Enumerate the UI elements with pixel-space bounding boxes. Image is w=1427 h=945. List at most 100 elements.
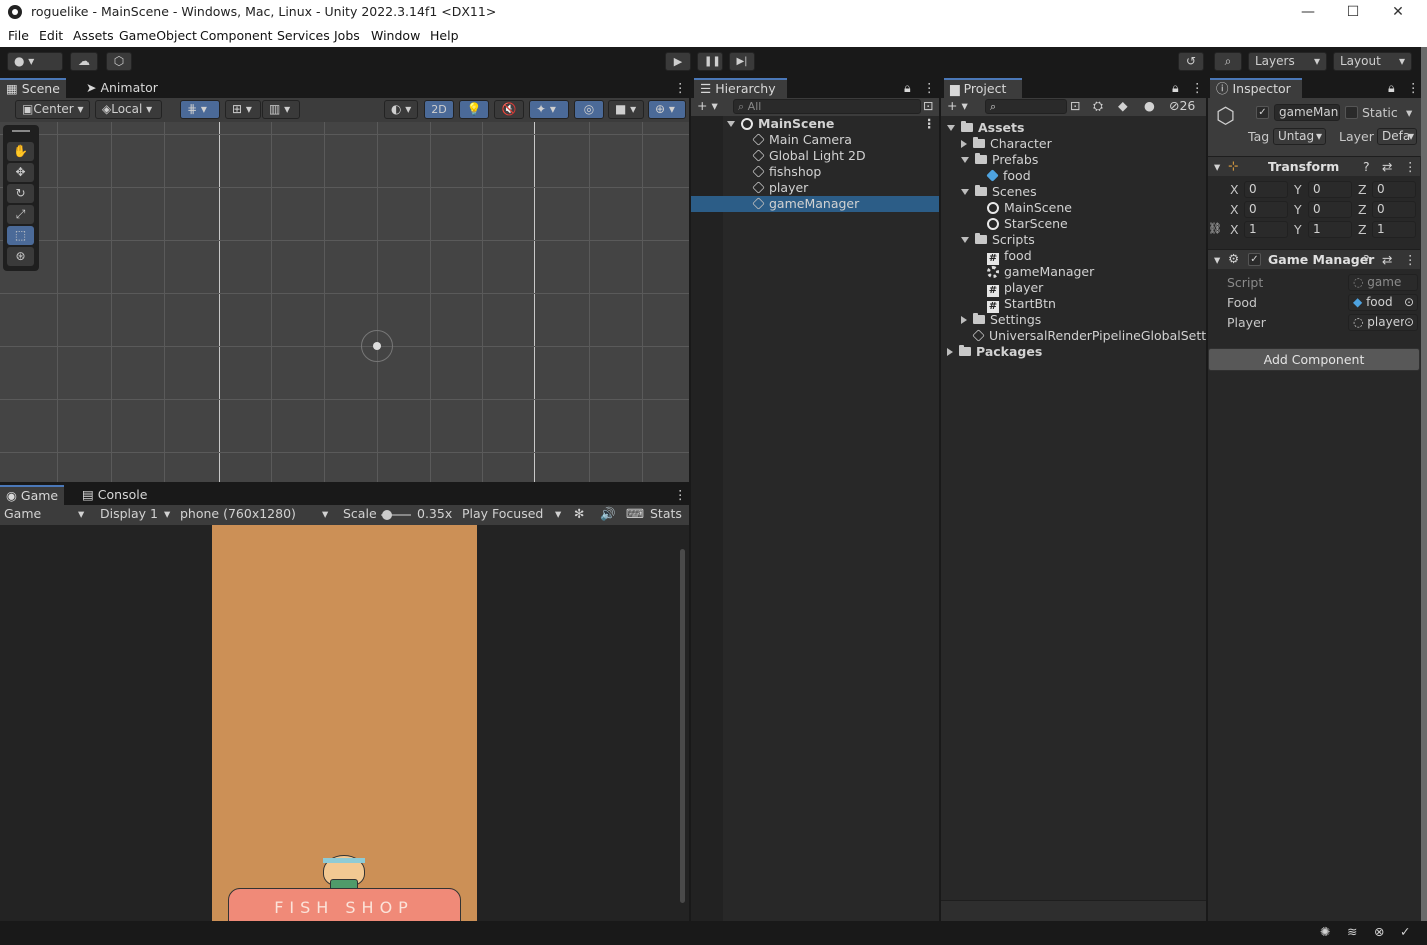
tab-console[interactable]: ▤ Console (76, 485, 153, 505)
position-y-field[interactable]: 0 (1308, 181, 1352, 198)
menu-gameobject[interactable]: GameObject (119, 28, 197, 43)
hierarchy-search-filter-icon[interactable]: ⊡ (923, 98, 933, 113)
cache-server-icon[interactable]: ⊗ (1374, 924, 1384, 939)
camera-icon[interactable]: ■ ▾ (608, 100, 644, 119)
tab-hierarchy[interactable]: ☰ Hierarchy (694, 78, 787, 98)
rotation-x-field[interactable]: 0 (1244, 201, 1288, 218)
inspector-lock-icon[interactable]: 🔒︎ (1382, 78, 1401, 98)
hierarchy-lock-icon[interactable]: 🔒︎ (898, 78, 917, 98)
account-button[interactable]: ● ▾ (7, 52, 63, 71)
game-scrollbar[interactable] (680, 549, 685, 903)
project-lock-icon[interactable]: 🔒︎ (1166, 78, 1185, 98)
effects-icon[interactable]: ✦ ▾ (529, 100, 569, 119)
layers-status-icon[interactable]: ≋ (1347, 924, 1357, 939)
hidden-objects-icon[interactable]: ◎ (574, 100, 604, 119)
menu-edit[interactable]: Edit (39, 28, 63, 43)
object-name-field[interactable]: gameMan (1274, 104, 1340, 121)
2d-toggle-button[interactable]: 2D (424, 100, 454, 119)
project-item-gamemanager[interactable]: gameManager (987, 264, 1094, 280)
foldout-open-icon[interactable] (961, 189, 969, 195)
grid-visibility-icon[interactable]: ⊞ ▾ (225, 100, 261, 119)
transform-component-header[interactable]: ▾ ⊹ Transform ? ⇄ ⋮ (1208, 156, 1420, 176)
hierarchy-item-global-light[interactable]: Global Light 2D (752, 148, 866, 164)
search-icon[interactable]: ⌕ (1214, 52, 1242, 71)
foldout-closed-icon[interactable] (961, 140, 967, 148)
project-item-mainscene[interactable]: MainScene (987, 200, 1072, 216)
hierarchy-item-gamemanager[interactable]: gameManager (691, 196, 939, 212)
lighting-icon[interactable]: 💡 (459, 100, 489, 119)
scale-tool-icon[interactable]: ⤢ (7, 205, 34, 224)
audio-mute-icon[interactable]: 🔊 (600, 506, 616, 522)
warning-icon[interactable]: ● (1144, 98, 1155, 113)
project-item-prefabs[interactable]: Prefabs (961, 152, 1038, 168)
food-field[interactable]: ◆ food ⊙ (1348, 294, 1418, 311)
status-check-icon[interactable]: ✓ (1400, 924, 1410, 939)
close-button[interactable]: ✕ (1375, 0, 1421, 25)
project-item-scenes[interactable]: Scenes (961, 184, 1037, 200)
gamemanager-enabled-checkbox[interactable]: ✓ (1248, 253, 1261, 266)
stats-button[interactable]: Stats (650, 506, 682, 521)
layout-dropdown[interactable]: Layout ▾ (1333, 52, 1412, 71)
hidden-packages-count[interactable]: ⊘26 (1169, 98, 1195, 113)
gamemanager-preset-icon[interactable]: ⇄ (1382, 252, 1392, 267)
shading-mode-icon[interactable]: ◐ ▾ (384, 100, 418, 119)
minimize-button[interactable]: — (1285, 0, 1331, 25)
tab-animator[interactable]: ➤ Animator (80, 78, 164, 98)
project-item-packages[interactable]: Packages (947, 344, 1042, 360)
resolution-dropdown[interactable]: phone (760x1280) ▾ (180, 506, 335, 521)
hierarchy-menu-icon[interactable]: ⋮ (917, 78, 942, 98)
increment-snap-icon[interactable]: ▥ ▾ (262, 100, 300, 119)
static-checkbox[interactable] (1345, 106, 1358, 119)
hand-tool-icon[interactable]: ✋ (7, 142, 34, 161)
scale-z-field[interactable]: 1 (1372, 221, 1416, 238)
project-item-food[interactable]: food (986, 168, 1031, 184)
space-dropdown[interactable]: ◈Local ▾ (95, 100, 162, 119)
search-by-type-icon[interactable]: ⊡ (1070, 98, 1080, 113)
project-item-universalrenderpipelineglobalsettings[interactable]: UniversalRenderPipelineGlobalSettings (972, 328, 1206, 344)
project-item-settings[interactable]: Settings (961, 312, 1041, 328)
cloud-icon[interactable]: ☁ (70, 52, 98, 71)
collab-icon[interactable]: ⬡ (106, 52, 132, 71)
menu-assets[interactable]: Assets (73, 28, 114, 43)
gamemanager-foldout-icon[interactable]: ▾ (1214, 252, 1220, 267)
transform-preset-icon[interactable]: ⇄ (1382, 159, 1392, 174)
rotation-y-field[interactable]: 0 (1308, 201, 1352, 218)
project-item-character[interactable]: Character (961, 136, 1052, 152)
hierarchy-search-input[interactable]: ⌕ All (733, 99, 921, 114)
menu-file[interactable]: File (8, 28, 29, 43)
scale-slider-handle[interactable] (382, 510, 392, 520)
move-tool-icon[interactable]: ✥ (7, 163, 34, 182)
constrain-proportions-icon[interactable]: ⛓ (1208, 222, 1222, 235)
position-x-field[interactable]: 0 (1244, 181, 1288, 198)
menu-help[interactable]: Help (430, 28, 459, 43)
project-item-assets[interactable]: Assets (947, 120, 1024, 136)
tag-icon[interactable]: ◆ (1118, 98, 1128, 113)
hierarchy-item-main-camera[interactable]: Main Camera (752, 132, 852, 148)
layer-dropdown[interactable]: Defa ▾ (1377, 128, 1417, 145)
maximize-button[interactable]: ☐ (1330, 0, 1376, 25)
scene-menu-icon[interactable]: ⋮ (668, 78, 693, 98)
step-icon[interactable]: ▶| (729, 52, 755, 71)
foldout-open-icon[interactable] (961, 157, 969, 163)
play-icon[interactable]: ▶ (665, 52, 691, 71)
scale-y-field[interactable]: 1 (1308, 221, 1352, 238)
project-item-food[interactable]: # food (987, 248, 1032, 265)
hierarchy-scene-row[interactable]: MainScene ⋮ (727, 116, 937, 132)
foldout-closed-icon[interactable] (961, 316, 967, 324)
tab-inspector[interactable]: ⓘ Inspector (1210, 78, 1302, 98)
game-viewport[interactable]: FISH SHOP (0, 525, 689, 921)
menu-jobs[interactable]: Jobs (334, 28, 360, 43)
search-by-label-icon[interactable]: ⛭ (1093, 98, 1103, 114)
gamemanager-help-icon[interactable]: ? (1363, 252, 1370, 267)
tab-scene[interactable]: ▦ Scene (0, 78, 66, 98)
project-item-startbtn[interactable]: # StartBtn (987, 296, 1056, 313)
project-item-player[interactable]: # player (987, 280, 1043, 297)
foldout-closed-icon[interactable] (947, 348, 953, 356)
active-checkbox[interactable]: ✓ (1256, 106, 1269, 119)
transform-menu-icon[interactable]: ⋮ (1404, 159, 1417, 174)
hierarchy-add-button[interactable]: + ▾ (697, 98, 718, 113)
bug-icon[interactable]: ✻ (574, 506, 584, 521)
static-dropdown-icon[interactable]: ▾ (1406, 105, 1412, 120)
gamemanager-menu-icon[interactable]: ⋮ (1404, 252, 1417, 267)
scale-x-field[interactable]: 1 (1244, 221, 1288, 238)
